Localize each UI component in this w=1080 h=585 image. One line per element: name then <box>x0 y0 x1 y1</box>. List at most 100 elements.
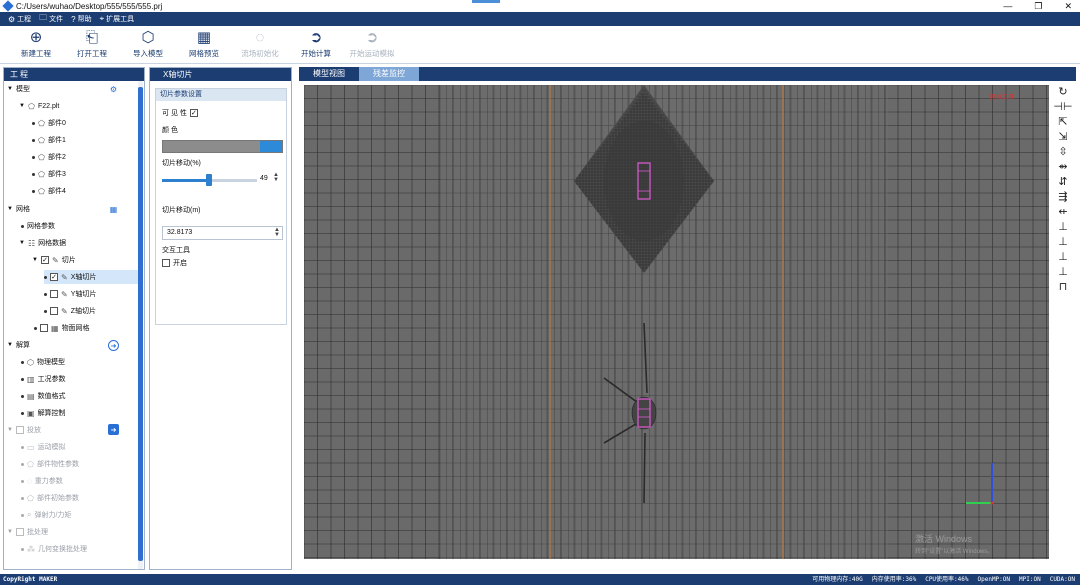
maximize-button[interactable]: ❐ <box>1034 0 1042 12</box>
flow-init-button[interactable]: ◌ 流场初始化 <box>232 26 288 59</box>
caret-down-icon[interactable]: ▼ <box>32 257 38 263</box>
spin-down-icon[interactable]: ▼ <box>273 177 279 183</box>
tree-ejection[interactable]: ⌕ 弹射力/力矩 <box>21 508 71 522</box>
axis-z-icon[interactable]: ⊥ <box>1058 251 1068 264</box>
status-cuda: CUDA:ON <box>1049 576 1075 583</box>
tree-part-props[interactable]: ⬠ 部件物性参数 <box>21 457 79 471</box>
new-project-button[interactable]: ⊕ 新建工程 <box>8 26 64 59</box>
tree-part-1[interactable]: ⬠ 部件1 <box>32 133 66 147</box>
y-slice-checkbox[interactable] <box>50 290 58 298</box>
menu-help[interactable]: ? 帮助 <box>71 14 91 24</box>
tree-part-0-label: 部件0 <box>47 120 66 127</box>
tree-scrollbar-thumb[interactable] <box>138 87 143 561</box>
caret-down-icon[interactable]: ▼ <box>7 206 13 212</box>
tree-part-3[interactable]: ⬠ 部件3 <box>32 167 66 181</box>
open-project-button[interactable]: ⎗ 打开工程 <box>64 26 120 59</box>
tree-y-slice[interactable]: ✎ Y轴切片 <box>44 287 96 301</box>
tree-mesh[interactable]: ▼ 网格 <box>7 202 30 216</box>
z-slice-checkbox[interactable] <box>50 307 58 315</box>
spin-down-icon[interactable]: ▼ <box>274 232 280 238</box>
move-pct-slider[interactable] <box>162 174 257 186</box>
menu-file[interactable]: 🗀 文件 <box>39 12 63 26</box>
caret-down-icon[interactable]: ▼ <box>7 342 13 348</box>
caret-down-icon[interactable]: ▼ <box>19 240 25 246</box>
bullet-icon <box>32 155 35 159</box>
slider-handle[interactable] <box>205 174 212 186</box>
move-pct-spinner[interactable]: ▲ ▼ <box>273 172 279 183</box>
tree-mesh-data[interactable]: ▼ ☷ 网格数据 <box>19 236 66 250</box>
import-model-button[interactable]: ⬡ 导入模型 <box>120 26 176 59</box>
tree-object-mesh[interactable]: ▦ 物面网格 <box>34 321 90 335</box>
tree-conditions[interactable]: ▥ 工况参数 <box>21 372 66 386</box>
move-m-spinner[interactable]: ▲ ▼ <box>274 227 280 238</box>
tab-residual-monitor[interactable]: 残差监控 <box>359 67 419 81</box>
3d-viewport[interactable] <box>304 85 1049 559</box>
view-top-icon[interactable]: ⇵ <box>1058 176 1067 189</box>
tree-batch[interactable]: ▼ 批处理 <box>7 525 48 539</box>
crop-icon[interactable]: ⊓ <box>1059 281 1068 294</box>
axis-y-icon[interactable]: ⊥ <box>1058 236 1068 249</box>
close-button[interactable]: ✕ <box>1064 0 1072 12</box>
tree-slice[interactable]: ▼ ✓ ✎ 切片 <box>32 253 76 267</box>
motion-checkbox[interactable] <box>16 426 24 434</box>
tree-solve-control[interactable]: ▣ 解算控制 <box>21 406 66 420</box>
axis-reset-icon[interactable]: ⊥ <box>1058 266 1068 279</box>
view-right-icon[interactable]: ⇴ <box>1058 161 1067 174</box>
slice-checkbox[interactable]: ✓ <box>41 256 49 264</box>
tree-part-init[interactable]: ⬠ 部件初始参数 <box>21 491 79 505</box>
motion-run-icon[interactable]: ➜ <box>108 424 119 435</box>
start-motion-button[interactable]: ➲ 开始运动模拟 <box>344 26 400 59</box>
x-slice-checkbox[interactable]: ✓ <box>50 273 58 281</box>
tree-batch-label: 批处理 <box>27 529 48 536</box>
batch-checkbox[interactable] <box>16 528 24 536</box>
color-picker[interactable] <box>162 140 283 153</box>
rotate-icon[interactable]: ↻ <box>1058 86 1067 99</box>
tree-file[interactable]: ▼ ⬠ F22.plt <box>19 99 59 113</box>
start-compute-button[interactable]: ➲ 开始计算 <box>288 26 344 59</box>
tree-motion-sim[interactable]: ▭ 运动模拟 <box>21 440 66 454</box>
caret-down-icon[interactable]: ▼ <box>7 529 13 535</box>
move-m-label: 切片移动(m) <box>162 207 201 214</box>
visible-checkbox[interactable]: ✓ <box>189 109 198 117</box>
tree-motion[interactable]: ▼ 投放 <box>7 423 41 437</box>
caret-down-icon[interactable]: ▼ <box>7 427 13 433</box>
tree-scrollbar[interactable] <box>138 81 143 569</box>
view-bottom-icon[interactable]: ⇶ <box>1058 191 1067 204</box>
mesh-preview-button[interactable]: ▦ 网格预览 <box>176 26 232 59</box>
menu-extensions[interactable]: ⌖ 扩展工具 <box>100 14 135 24</box>
tree-geo-batch[interactable]: ⁂ 几何变换批处理 <box>21 542 87 556</box>
model-settings-icon[interactable]: ⚙ <box>108 84 119 95</box>
tree-x-slice[interactable]: ✓ ✎ X轴切片 <box>44 270 139 284</box>
tree-part-4[interactable]: ⬠ 部件4 <box>32 184 66 198</box>
tree-physics-model[interactable]: ⬡ 物理模型 <box>21 355 65 369</box>
fit-view-icon[interactable]: ⊣⊢ <box>1053 101 1072 114</box>
tree-z-slice[interactable]: ✎ Z轴切片 <box>44 304 96 318</box>
tree-mesh-params[interactable]: 网格参数 <box>21 219 55 233</box>
view-back-icon[interactable]: ⇲ <box>1058 131 1067 144</box>
tree-part-3-label: 部件3 <box>47 171 66 178</box>
tree-numeric-format[interactable]: ▤ 数值格式 <box>21 389 66 403</box>
tree-part-0[interactable]: ⬠ 部件0 <box>32 116 66 130</box>
tree-model[interactable]: ▼ 模型 <box>7 82 30 96</box>
menu-file-label: 文件 <box>49 16 64 23</box>
view-left-icon[interactable]: ⇳ <box>1058 146 1067 159</box>
slice-panel-tab[interactable]: X轴切片 <box>150 68 291 81</box>
axis-x-icon[interactable]: ⊥ <box>1058 221 1068 234</box>
mesh-render[interactable] <box>304 85 1049 559</box>
minimize-button[interactable]: — <box>1003 0 1012 12</box>
tree-part-2[interactable]: ⬠ 部件2 <box>32 150 66 164</box>
view-front-icon[interactable]: ⇱ <box>1058 116 1067 129</box>
caret-down-icon[interactable]: ▼ <box>7 86 13 92</box>
object-mesh-checkbox[interactable] <box>40 324 48 332</box>
tab-model-view[interactable]: 模型视图 <box>299 67 359 81</box>
enable-checkbox[interactable] <box>162 259 170 267</box>
solve-run-icon[interactable]: ➜ <box>108 340 119 351</box>
caret-down-icon[interactable]: ▼ <box>19 103 25 109</box>
mesh-settings-icon[interactable]: ▦ <box>108 204 119 215</box>
view-iso-icon[interactable]: ⇷ <box>1058 206 1067 219</box>
color-swatch[interactable] <box>260 141 282 152</box>
menu-project[interactable]: ⚙ 工程 <box>8 14 31 24</box>
move-m-input[interactable]: 32.8173 ▲ ▼ <box>162 226 283 240</box>
tree-gravity[interactable]: ◌ 重力参数 <box>21 474 63 488</box>
tree-solve[interactable]: ▼ 解算 <box>7 338 30 352</box>
